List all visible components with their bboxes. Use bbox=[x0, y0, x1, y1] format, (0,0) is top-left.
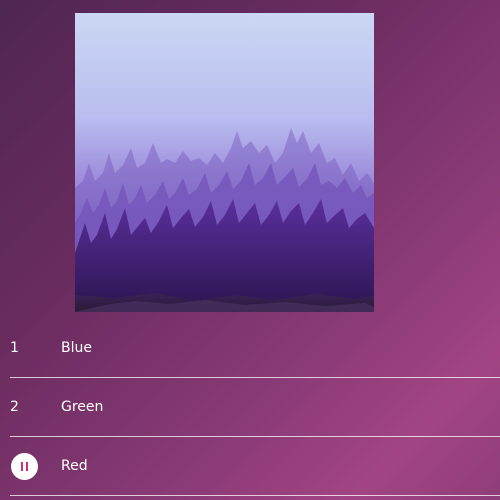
pause-icon-bar bbox=[25, 462, 29, 471]
track-number: 1 bbox=[10, 340, 19, 356]
track-row-playing[interactable]: Red bbox=[10, 437, 500, 496]
album-art-image bbox=[75, 13, 374, 312]
track-number: 2 bbox=[10, 399, 19, 415]
track-row[interactable]: 1 Blue bbox=[10, 319, 500, 378]
album-art bbox=[75, 13, 374, 312]
track-list: 1 Blue 2 Green Red bbox=[10, 319, 500, 496]
track-title: Red bbox=[61, 458, 88, 474]
track-row[interactable]: 2 Green bbox=[10, 378, 500, 437]
track-title: Green bbox=[61, 399, 104, 415]
pause-icon bbox=[20, 462, 24, 471]
track-title: Blue bbox=[61, 340, 92, 356]
pause-button[interactable] bbox=[11, 453, 38, 480]
